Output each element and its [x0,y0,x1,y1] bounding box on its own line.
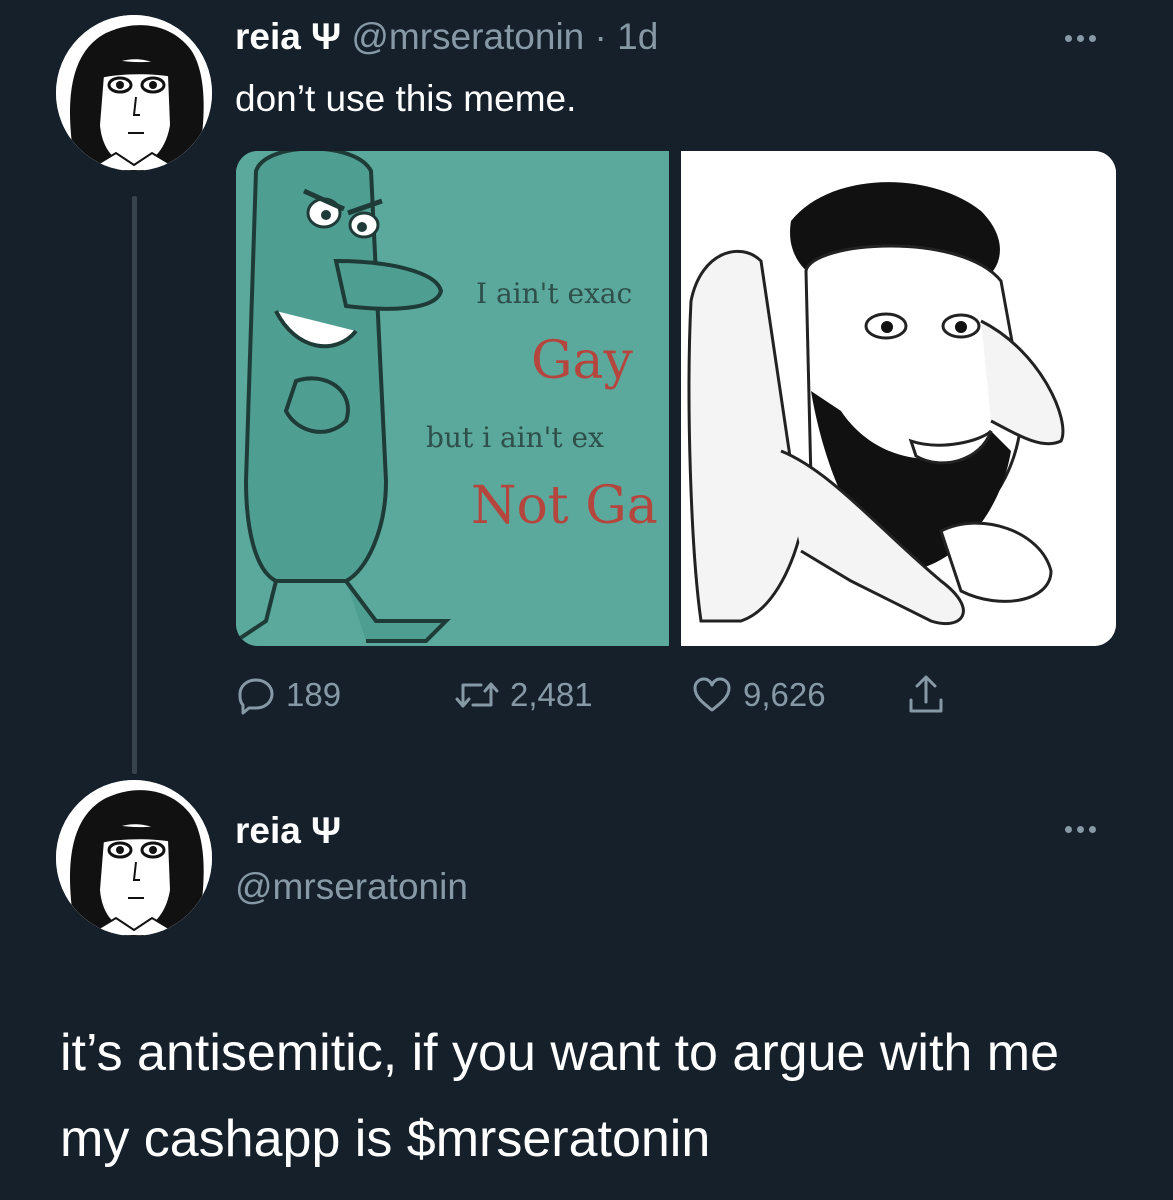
display-name[interactable]: reia Ψ [235,806,468,856]
meme-image-left[interactable]: I ain't exac Gay but i ain't ex Not Ga [236,151,669,646]
caricature-drawing-image [681,151,1116,646]
meme-caption-line: but i ain't ex [426,421,604,454]
more-icon-dot [1089,35,1096,42]
speech-bubble-icon [238,678,274,715]
reply-count: 189 [286,676,342,713]
reply-button[interactable]: 189 [236,672,341,718]
share-icon [909,675,943,713]
tweet-text: don’t use this meme. [235,78,577,119]
like-count: 9,626 [743,676,826,713]
separator-dot: · [594,16,607,57]
avatar[interactable] [56,15,212,171]
retweet-count: 2,481 [510,676,593,713]
meme-caption-line: I ain't exac [476,277,633,310]
retweet-button[interactable]: 2,481 [454,672,593,718]
reply-header: reia Ψ @mrseratonin [235,806,468,912]
avatar-portrait-icon [56,15,212,171]
thread-connector-line [132,196,137,774]
tweet-media[interactable]: I ain't exac Gay but i ain't ex Not Ga [236,151,1116,646]
avatar-portrait-icon [56,780,212,936]
meme-caption-line: Gay [531,331,633,391]
user-handle[interactable]: @mrseratonin [351,16,584,57]
tweet-actions: 189 2,481 9,626 [236,672,996,718]
more-options-button[interactable] [1065,35,1096,42]
more-icon-dot [1065,826,1072,833]
reply-text: it’s antisemitic, if you want to argue w… [60,1024,1060,1168]
more-icon-dot [1089,826,1096,833]
tweet-timestamp[interactable]: 1d [617,16,658,57]
share-button[interactable] [906,672,946,716]
meme-caption: I ain't exac Gay but i ain't ex Not Ga [236,151,669,646]
display-name[interactable]: reia Ψ [235,16,341,57]
heart-icon [693,677,731,712]
more-icon-dot [1077,35,1084,42]
tweet-thread: reia Ψ @mrseratonin · 1d don’t use this … [0,0,1173,1200]
more-options-button[interactable] [1065,826,1096,833]
like-button[interactable]: 9,626 [691,672,826,718]
avatar[interactable] [56,780,212,936]
user-handle[interactable]: @mrseratonin [235,862,468,912]
retweet-icon [455,682,499,708]
meme-image-right[interactable] [681,151,1116,646]
more-icon-dot [1065,35,1072,42]
meme-caption-line: Not Ga [471,476,658,536]
tweet-header: reia Ψ @mrseratonin · 1d [235,14,658,60]
media-divider [669,151,681,646]
more-icon-dot [1077,826,1084,833]
